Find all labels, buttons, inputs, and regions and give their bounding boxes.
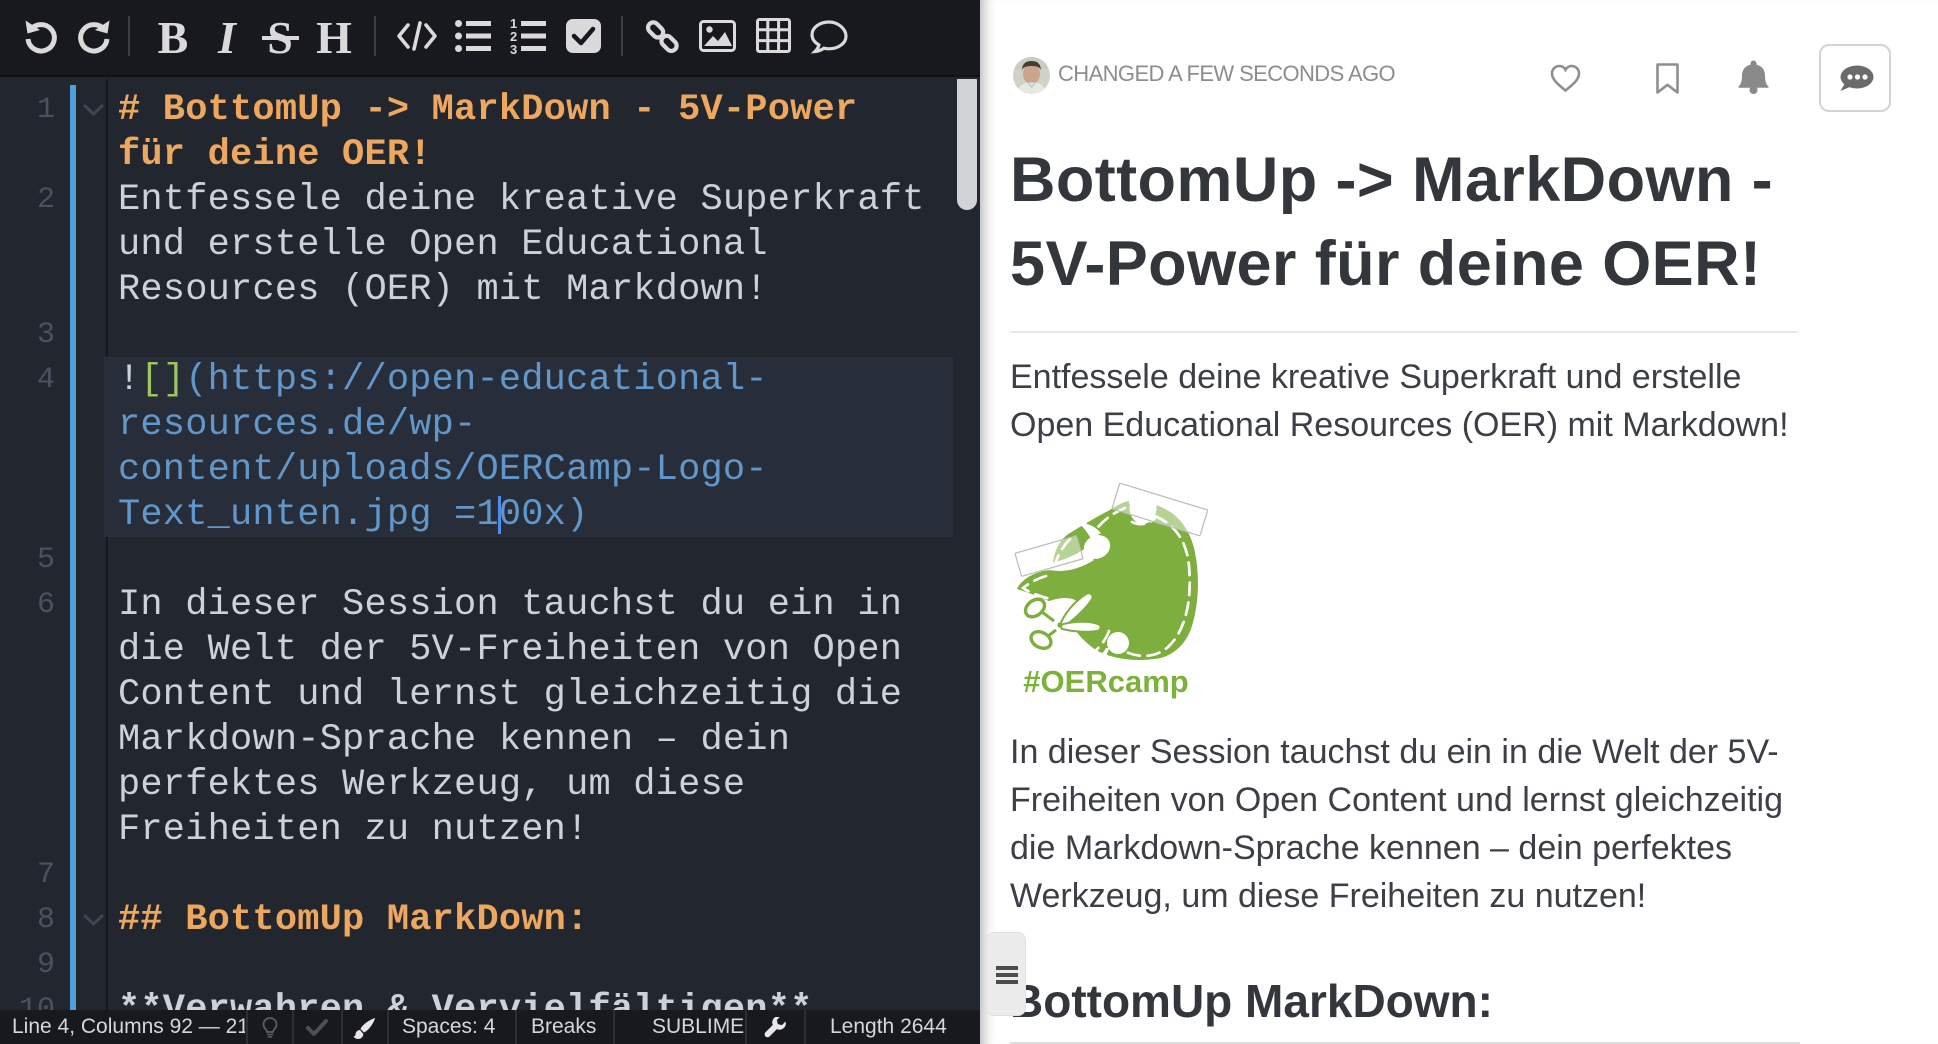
svg-text:#OERcamp: #OERcamp	[1023, 664, 1188, 699]
svg-text:3: 3	[510, 42, 517, 55]
